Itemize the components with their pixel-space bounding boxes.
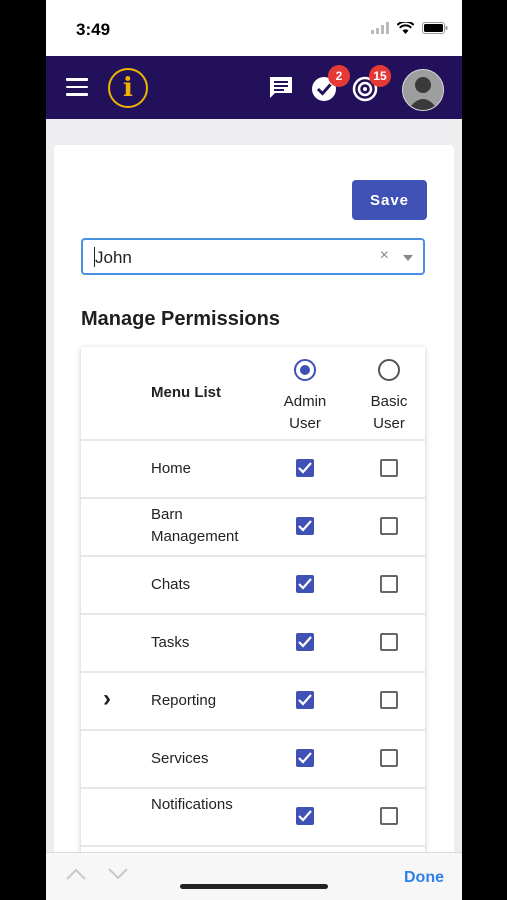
basic-user-radio[interactable] <box>378 359 400 381</box>
permission-rows: Home Barn Management Chats Tasks › Reporting S… <box>81 441 425 847</box>
dropdown-arrow-icon[interactable] <box>403 255 413 261</box>
tasks-badge: 2 <box>328 65 350 87</box>
hamburger-menu-icon[interactable] <box>66 78 88 96</box>
user-select-field[interactable]: John × <box>81 238 425 275</box>
content-card: Save John × Manage Permissions Menu List… <box>54 145 454 867</box>
status-time: 3:49 <box>76 20 111 39</box>
table-row: Barn Management <box>81 499 425 557</box>
cellular-signal-icon <box>371 22 389 34</box>
admin-permission-checkbox[interactable] <box>296 517 314 535</box>
admin-permission-checkbox[interactable] <box>296 749 314 767</box>
row-label: Home <box>151 460 192 477</box>
checkmark-icon <box>298 578 312 590</box>
section-title: Manage Permissions <box>81 308 280 330</box>
status-icons <box>371 22 448 34</box>
table-row: Services <box>81 731 425 789</box>
save-button[interactable]: Save <box>352 180 427 220</box>
checkmark-icon <box>298 694 312 706</box>
admin-permission-checkbox[interactable] <box>296 691 314 709</box>
admin-user-header: Admin User <box>283 393 327 432</box>
admin-permission-checkbox[interactable] <box>296 807 314 825</box>
targets-badge: 15 <box>369 65 391 87</box>
keyboard-accessory-bar: Done <box>46 852 462 900</box>
wifi-icon <box>397 22 414 34</box>
basic-permission-checkbox[interactable] <box>380 459 398 477</box>
admin-permission-checkbox[interactable] <box>296 575 314 593</box>
basic-permission-checkbox[interactable] <box>380 575 398 593</box>
admin-user-column: Admin User <box>275 359 335 435</box>
next-field-icon[interactable] <box>107 867 129 881</box>
row-label: Tasks <box>151 634 190 651</box>
row-label: Notifications <box>151 796 233 813</box>
menu-list-header: Menu List <box>151 384 221 401</box>
app-logo: i <box>108 68 148 108</box>
expand-chevron-icon[interactable]: › <box>103 685 111 713</box>
table-row: Home <box>81 441 425 499</box>
checkmark-icon <box>298 636 312 648</box>
admin-user-radio[interactable] <box>294 359 316 381</box>
row-label: Chats <box>151 576 191 593</box>
tasks-check-icon[interactable]: 2 <box>310 65 350 104</box>
app-bar: i 2 15 <box>46 56 462 119</box>
basic-user-column: Basic User <box>359 359 419 435</box>
battery-icon <box>422 22 448 34</box>
permissions-table: Menu List Admin User Basic User Home Barn… <box>81 347 425 867</box>
basic-permission-checkbox[interactable] <box>380 517 398 535</box>
table-row: Chats <box>81 557 425 615</box>
basic-permission-checkbox[interactable] <box>380 807 398 825</box>
admin-permission-checkbox[interactable] <box>296 633 314 651</box>
status-bar: 3:49 <box>46 0 462 56</box>
previous-field-icon[interactable] <box>65 867 87 881</box>
basic-permission-checkbox[interactable] <box>380 633 398 651</box>
phone-screen: 3:49 i 2 15 Save John × Manage Permissio… <box>46 0 462 900</box>
basic-permission-checkbox[interactable] <box>380 749 398 767</box>
checkmark-icon <box>298 752 312 764</box>
row-label: Services <box>151 750 209 767</box>
row-label: Reporting <box>151 692 217 709</box>
table-header: Menu List Admin User Basic User <box>81 347 425 441</box>
table-row: Tasks <box>81 615 425 673</box>
basic-permission-checkbox[interactable] <box>380 691 398 709</box>
table-row: Notifications <box>81 789 425 847</box>
checkmark-icon <box>298 520 312 532</box>
user-avatar[interactable] <box>402 69 444 111</box>
logo-letter: i <box>123 73 133 103</box>
user-select-value: John <box>95 248 132 267</box>
done-button[interactable]: Done <box>404 869 444 887</box>
chat-icon[interactable] <box>267 74 297 104</box>
admin-permission-checkbox[interactable] <box>296 459 314 477</box>
clear-icon[interactable]: × <box>380 247 389 265</box>
home-indicator <box>180 884 328 889</box>
target-icon[interactable]: 15 <box>351 65 391 104</box>
table-row: › Reporting <box>81 673 425 731</box>
checkmark-icon <box>298 462 312 474</box>
checkmark-icon <box>298 810 312 822</box>
row-label: Barn Management <box>151 506 239 545</box>
basic-user-header: Basic User <box>370 393 408 432</box>
